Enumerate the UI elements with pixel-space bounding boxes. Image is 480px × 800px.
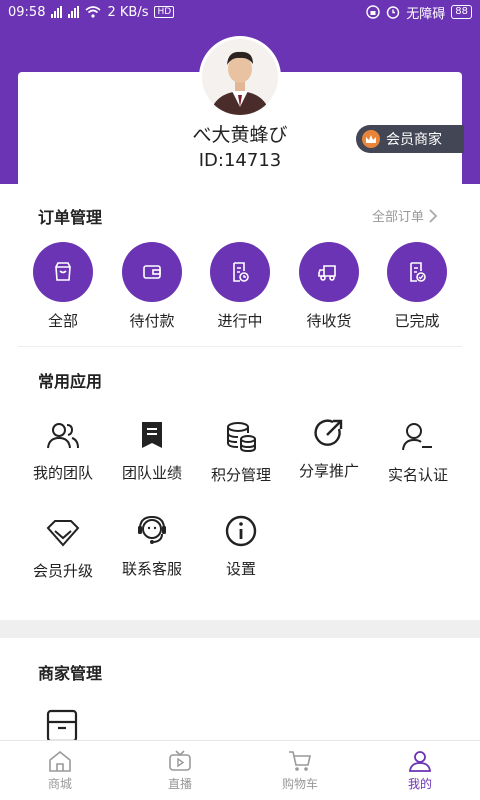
share-promotion-button[interactable]: 分享推广	[284, 416, 374, 481]
status-time: 09:58	[8, 4, 46, 20]
diamond-icon	[18, 516, 108, 550]
order-in-progress-button[interactable]: 进行中	[200, 242, 280, 331]
crown-badge-icon	[362, 130, 380, 148]
info-icon	[196, 514, 286, 548]
real-name-verify-button[interactable]: 实名认证	[373, 420, 463, 485]
member-tag[interactable]: 会员商家	[356, 125, 464, 153]
hd-icon: HD	[154, 6, 175, 18]
member-upgrade-button[interactable]: 会员升级	[18, 516, 108, 581]
settings-label: 设置	[225, 560, 256, 578]
all-orders-link[interactable]: 全部订单	[372, 206, 438, 225]
signal-icon	[51, 6, 63, 18]
all-orders-label: 全部订单	[371, 210, 424, 225]
tab-cart-label: 购物车	[281, 777, 318, 791]
member-tag-label: 会员商家	[386, 132, 442, 148]
my-team-button[interactable]: 我的团队	[18, 418, 108, 483]
bottom-tab-bar: 商城 直播 购物车 我的	[0, 740, 480, 800]
database-icon	[196, 420, 286, 454]
wallet-icon	[122, 242, 182, 302]
battery-icon: 88	[451, 5, 472, 19]
tab-live-label: 直播	[167, 777, 192, 791]
alarm-icon	[387, 6, 400, 19]
tab-live[interactable]: 直播	[120, 741, 240, 800]
member-upgrade-label: 会员升级	[32, 562, 93, 580]
signal-icon-2	[68, 6, 80, 18]
points-management-label: 积分管理	[210, 466, 271, 484]
user-id: ID:14713	[198, 150, 282, 171]
clock-document-icon	[210, 242, 270, 302]
avatar[interactable]	[199, 36, 281, 118]
share-icon	[284, 416, 374, 450]
order-status-row: 全部 待付款 进行中 待收货 已完成	[18, 242, 462, 334]
network-speed: 2 KB/s	[107, 4, 149, 20]
accessibility-label: 无障碍	[406, 6, 446, 22]
team-icon	[18, 418, 108, 452]
common-apps-title: 常用应用	[38, 372, 103, 391]
bookmark-list-icon	[107, 418, 197, 452]
customer-service-button[interactable]: 联系客服	[107, 514, 197, 579]
order-all-label: 全部	[47, 312, 78, 330]
real-name-verify-label: 实名认证	[387, 466, 448, 484]
share-promotion-label: 分享推广	[298, 462, 359, 480]
order-pending-payment-label: 待付款	[129, 312, 175, 330]
tab-mall-label: 商城	[47, 777, 72, 791]
headset-icon	[107, 514, 197, 548]
cart-icon	[289, 751, 311, 771]
status-bar: 09:58 2 KB/s HD 无障碍 88	[0, 0, 480, 24]
points-management-button[interactable]: 积分管理	[196, 420, 286, 485]
chevron-right-icon	[429, 208, 438, 223]
wifi-icon	[85, 6, 101, 18]
truck-icon	[299, 242, 359, 302]
orders-title: 订单管理	[38, 208, 103, 227]
order-pending-receipt-button[interactable]: 待收货	[289, 242, 369, 331]
check-document-icon	[387, 242, 447, 302]
home-icon	[49, 750, 71, 772]
team-performance-label: 团队业绩	[121, 464, 182, 482]
section-divider	[18, 346, 462, 347]
tab-mine-label: 我的	[407, 777, 432, 791]
merchant-store-button[interactable]	[44, 708, 80, 740]
customer-service-label: 联系客服	[121, 560, 182, 578]
settings-button[interactable]: 设置	[196, 514, 286, 579]
user-verify-icon	[373, 420, 463, 454]
team-performance-button[interactable]: 团队业绩	[107, 418, 197, 483]
order-in-progress-label: 进行中	[217, 312, 263, 330]
tab-mine[interactable]: 我的	[360, 741, 480, 800]
section-gap	[0, 620, 480, 638]
store-icon	[46, 709, 78, 740]
order-completed-button[interactable]: 已完成	[377, 242, 457, 331]
bag-icon	[33, 242, 93, 302]
user-icon	[408, 751, 432, 772]
order-all-button[interactable]: 全部	[23, 242, 103, 331]
tab-mall[interactable]: 商城	[0, 741, 120, 800]
order-completed-label: 已完成	[394, 312, 440, 330]
order-pending-receipt-label: 待收货	[306, 312, 352, 330]
merchant-title: 商家管理	[38, 664, 103, 683]
my-team-label: 我的团队	[32, 464, 93, 482]
live-icon	[169, 750, 191, 771]
order-pending-payment-button[interactable]: 待付款	[112, 242, 192, 331]
tab-cart[interactable]: 购物车	[240, 741, 360, 800]
lock-rotation-icon	[366, 5, 380, 19]
